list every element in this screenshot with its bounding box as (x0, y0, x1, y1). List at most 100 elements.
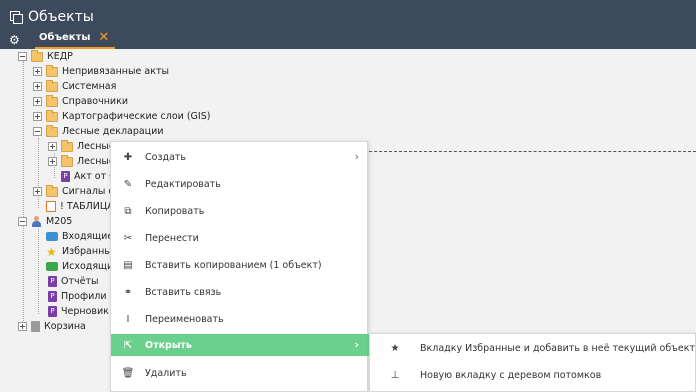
menu-item-move[interactable]: ✂ Перенести (111, 227, 369, 249)
inbox-icon (46, 232, 58, 241)
folder-icon (46, 184, 58, 197)
tab-bar: ⚙ Объекты ✕ (0, 28, 116, 49)
expand-toggle[interactable] (33, 187, 42, 196)
menu-item-label: Открыть (145, 339, 192, 351)
folder-icon (46, 109, 58, 122)
tree-connector (38, 229, 39, 314)
text-cursor-icon: I (126, 313, 130, 325)
expand-toggle[interactable] (18, 322, 27, 331)
menu-item-label: Удалить (145, 367, 187, 379)
tree-node-label: Системная (62, 81, 117, 92)
tree-node-table[interactable]: ! ТАБЛИЦА (46, 199, 114, 214)
tree-node-signals[interactable]: Сигналы о (33, 184, 114, 199)
menu-item-delete[interactable]: 🗑 Удалить (111, 362, 369, 384)
trash-icon: 🗑 (121, 367, 135, 379)
paste-icon: ▤ (123, 259, 133, 271)
tree-node-drafts[interactable]: P Черновик (48, 304, 109, 319)
menu-item-label: Вставить копированием (1 объект) (145, 259, 322, 271)
menu-item-create[interactable]: ✚ Создать › (111, 146, 369, 168)
submenu-item-label: Новую вкладку с деревом потомков (420, 369, 602, 381)
tree-node-reports[interactable]: P Отчёты (48, 274, 99, 289)
edit-icon: ✎ (123, 178, 133, 190)
tree-node-label: Непривязанные акты (62, 66, 169, 77)
title-bar: Объекты ⚙ Объекты ✕ (0, 0, 696, 49)
document-icon: P (48, 276, 57, 287)
star-icon: ★ (390, 342, 400, 354)
window-title: Объекты (28, 9, 94, 25)
expand-toggle[interactable] (33, 97, 42, 106)
tree-node-inbox[interactable]: Входящие (46, 229, 113, 244)
menu-item-label: Редактировать (145, 178, 221, 190)
menu-item-label: Переименовать (145, 313, 224, 325)
folder-icon (61, 139, 73, 152)
menu-item-label: Копировать (145, 205, 205, 217)
tree-node-forest-1[interactable]: Лесные (48, 139, 115, 154)
tree-node-forest-declarations[interactable]: Лесные декларации (33, 124, 164, 139)
tree-node-m205[interactable]: M205 (18, 214, 72, 229)
close-icon[interactable]: ✕ (98, 30, 109, 45)
document-icon: P (61, 171, 70, 182)
expand-toggle[interactable] (33, 67, 42, 76)
tree-node-label: КЕДР (47, 51, 73, 62)
tree-node-label: ! ТАБЛИЦА (60, 201, 114, 212)
collapse-toggle[interactable] (33, 127, 42, 136)
tree-node-label: Черновик (61, 306, 109, 317)
tab-label: Объекты (39, 32, 91, 43)
tree-node-label: Корзина (44, 321, 86, 332)
open-icon: ⇱ (123, 339, 133, 351)
tree-node-unlinked-acts[interactable]: Непривязанные акты (33, 64, 169, 79)
submenu-item-favorites-tab[interactable]: ★ Вкладку Избранные и добавить в неё тек… (370, 336, 696, 360)
menu-item-paste-copy[interactable]: ▤ Вставить копированием (1 объект) (111, 254, 369, 276)
tree-node-system[interactable]: Системная (33, 79, 116, 94)
tree-node-kedr[interactable]: КЕДР (18, 49, 73, 64)
chevron-right-icon: › (354, 150, 359, 163)
outbox-icon (46, 262, 58, 271)
tree-node-gis-layers[interactable]: Картографические слои (GIS) (33, 109, 210, 124)
tree-node-profiles[interactable]: P Профили (48, 289, 107, 304)
windows-icon (10, 11, 23, 24)
star-icon: ★ (46, 244, 57, 259)
tree-node-label: M205 (46, 216, 73, 227)
chevron-right-icon: › (354, 338, 359, 351)
folder-icon (61, 154, 73, 167)
objects-app-icon[interactable]: ⚙ (9, 31, 29, 49)
tree-node-label: Сигналы о (62, 186, 115, 197)
tree-node-outbox[interactable]: Исходящие (46, 259, 119, 274)
tree-node-label: Лесные декларации (62, 126, 164, 137)
tree-node-act[interactable]: P Акт от 0 (61, 169, 115, 184)
submenu-item-descendants-tab[interactable]: ⊥ Новую вкладку с деревом потомков (370, 363, 696, 387)
tree-connector (23, 61, 24, 331)
collapse-toggle[interactable] (18, 217, 27, 226)
menu-item-paste-link[interactable]: ⚭ Вставить связь (111, 281, 369, 303)
menu-item-rename[interactable]: I Переименовать (111, 308, 369, 330)
tree-node-label: Входящие (62, 231, 114, 242)
tree-node-label: Справочники (62, 96, 129, 107)
copy-icon: ⧉ (124, 205, 132, 217)
tree-node-references[interactable]: Справочники (33, 94, 128, 109)
trash-icon (31, 321, 40, 332)
link-icon: ⚭ (123, 286, 133, 298)
expand-toggle[interactable] (33, 82, 42, 91)
document-icon: P (48, 291, 57, 302)
menu-item-label: Вставить связь (145, 286, 222, 298)
tree-node-trash[interactable]: Корзина (18, 319, 86, 334)
context-menu: ✚ Создать › ✎ Редактировать ⧉ Копировать… (110, 141, 369, 392)
expand-toggle[interactable] (48, 142, 57, 151)
submenu-item-label: Вкладку Избранные и добавить в неё текущ… (420, 342, 696, 354)
collapse-toggle[interactable] (18, 52, 27, 61)
tree-node-label: Отчёты (61, 276, 99, 287)
menu-item-edit[interactable]: ✎ Редактировать (111, 173, 369, 195)
tree-node-forest-2[interactable]: Лесные (48, 154, 115, 169)
scissors-icon: ✂ (123, 232, 133, 244)
tree-node-favorites[interactable]: ★ Избранные (46, 244, 118, 259)
folder-icon (46, 64, 58, 77)
hierarchy-icon: ⊥ (390, 369, 400, 381)
plus-icon: ✚ (123, 151, 133, 163)
document-icon: P (48, 306, 57, 317)
menu-item-open[interactable]: ⇱ Открыть › (111, 334, 369, 356)
expand-toggle[interactable] (48, 157, 57, 166)
menu-item-copy[interactable]: ⧉ Копировать (111, 200, 369, 222)
tab-objects[interactable]: Объекты ✕ (35, 28, 116, 49)
folder-icon (46, 79, 58, 92)
expand-toggle[interactable] (33, 112, 42, 121)
